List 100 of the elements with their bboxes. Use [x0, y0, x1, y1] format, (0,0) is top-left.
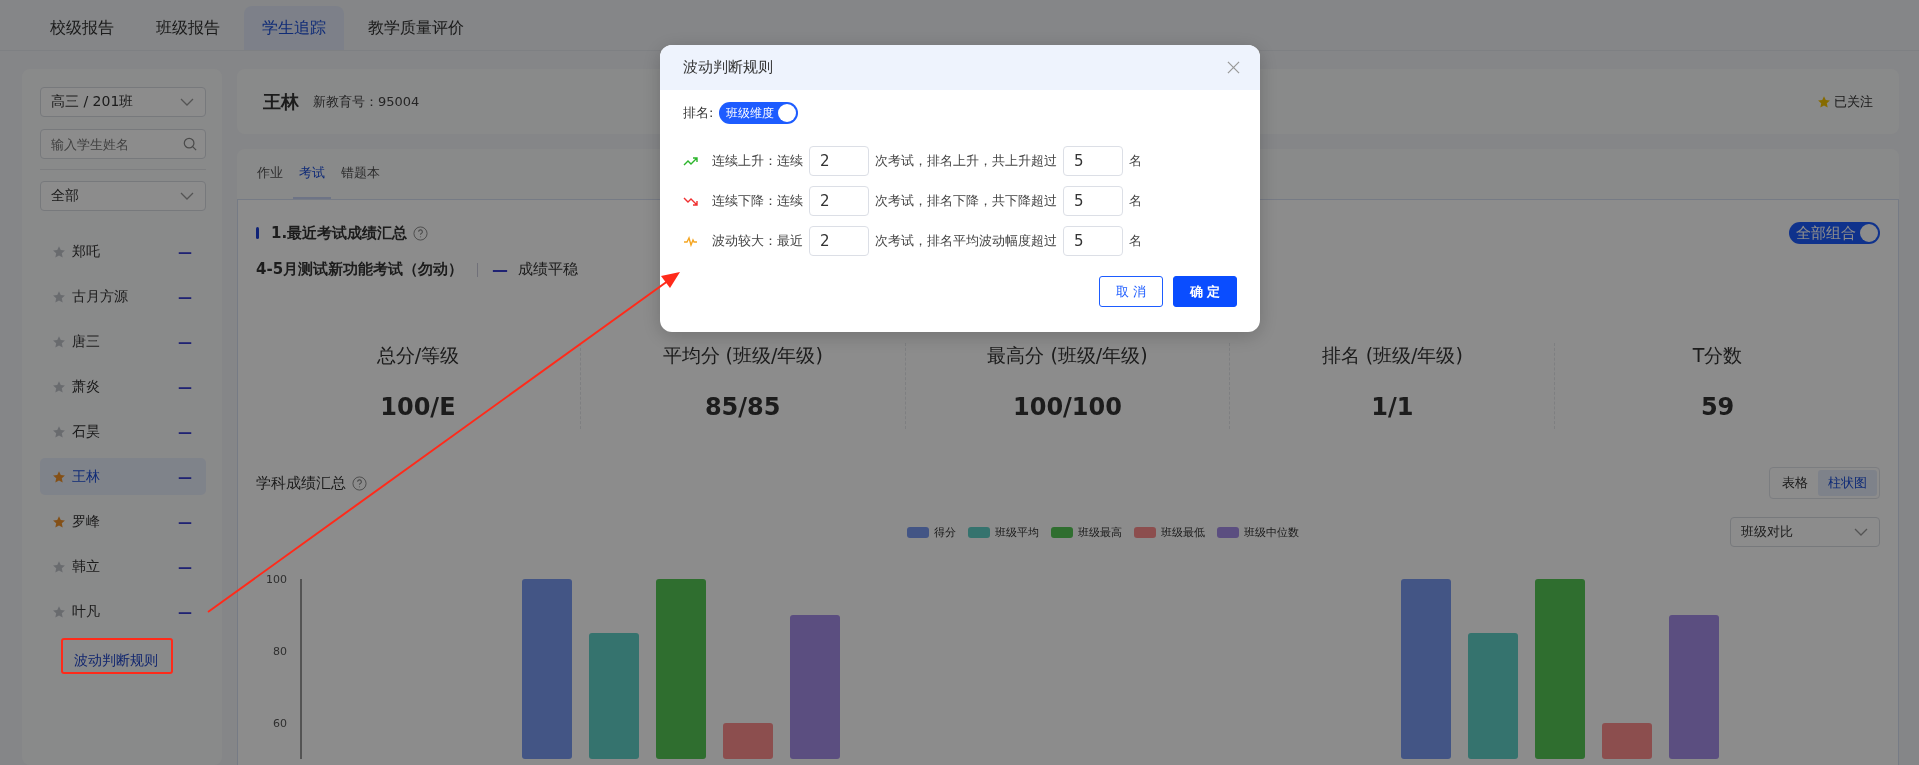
trend-mark: — [178, 423, 192, 440]
rule-unit: 名 [1129, 232, 1142, 250]
student-name: 王林 [72, 467, 101, 486]
rule-label: 连续上升：连续 [712, 152, 803, 170]
student-name: 萧炎 [72, 377, 101, 396]
search-field[interactable]: 输入学生姓名 [40, 129, 206, 159]
stat-label: 排名 (班级/年级) [1321, 343, 1463, 368]
star-icon[interactable] [52, 289, 66, 304]
sub-tab[interactable]: 作业 [251, 149, 289, 199]
view-tab[interactable]: 表格 [1772, 470, 1818, 496]
legend-label: 得分 [934, 524, 956, 540]
star-icon[interactable] [52, 469, 66, 484]
stat-value: 85/85 [704, 393, 781, 421]
trend-label: 成绩平稳 [518, 260, 579, 279]
student-name: 石昊 [72, 422, 101, 441]
trend-mark: — [178, 378, 192, 395]
star-icon[interactable] [1817, 94, 1831, 109]
rank-label: 排名: [683, 104, 714, 122]
student-item[interactable]: 叶凡 — [40, 593, 206, 630]
student-name: 罗峰 [72, 512, 101, 531]
sub-tab[interactable]: 错题本 [335, 149, 386, 199]
legend-label: 班级平均 [995, 524, 1039, 540]
rule-unit: 名 [1129, 192, 1142, 210]
rule-label: 连续下降：连续 [712, 192, 803, 210]
student-item[interactable]: 王林 — [40, 458, 206, 495]
star-icon[interactable] [52, 424, 66, 439]
class-select[interactable]: 高三 / 201班 [40, 87, 206, 117]
count-field[interactable]: 2 [809, 226, 869, 256]
student-name: 叶凡 [72, 602, 101, 621]
student-name: 古月方源 [72, 287, 129, 306]
toggle-switch[interactable]: 班级维度 [719, 102, 799, 124]
nav-tab[interactable]: 学生追踪 [244, 6, 344, 50]
threshold-field[interactable]: 5 [1063, 226, 1123, 256]
cancel-button[interactable]: 取 消 [1099, 276, 1163, 307]
star-icon[interactable] [52, 379, 66, 394]
star-icon[interactable] [52, 244, 66, 259]
trend-mark: — [178, 558, 192, 575]
help-icon[interactable] [413, 225, 429, 241]
legend-label: 班级最低 [1161, 524, 1205, 540]
dialog-title: 波动判断规则 [683, 58, 773, 77]
student-item[interactable]: 石昊 — [40, 413, 206, 450]
student-name: 唐三 [72, 332, 101, 351]
stat-label: T分数 [1692, 343, 1743, 368]
stat-value: 100/100 [1013, 393, 1122, 421]
stat-value: 1/1 [1371, 393, 1414, 421]
student-item[interactable]: 郑吒 — [40, 233, 206, 270]
section-title: 学科成绩汇总 [256, 473, 346, 493]
stat-label: 总分/等级 [376, 343, 460, 368]
count-field[interactable]: 2 [809, 186, 869, 216]
legend-label: 班级中位数 [1244, 524, 1299, 540]
axis-tick-label: 80 [273, 645, 287, 658]
confirm-button[interactable]: 确 定 [1173, 276, 1237, 307]
rule-text: 次考试，排名下降，共下降超过 [875, 192, 1057, 210]
nav-tab[interactable]: 班级报告 [138, 6, 238, 50]
section-title: 1.最近考试成绩汇总 [271, 223, 408, 243]
exam-name: 4-5月测试新功能考试（勿动） [256, 260, 464, 279]
stat-value: 59 [1700, 393, 1735, 421]
rule-unit: 名 [1129, 152, 1142, 170]
student-item[interactable]: 萧炎 — [40, 368, 206, 405]
toggle-switch[interactable]: 全部组合 [1789, 222, 1880, 244]
bar [1602, 723, 1652, 759]
count-field[interactable]: 2 [809, 146, 869, 176]
nav-tab[interactable]: 教学质量评价 [350, 6, 482, 50]
star-icon[interactable] [52, 559, 66, 574]
rule-text: 次考试，排名平均波动幅度超过 [875, 232, 1057, 250]
student-name: 郑吒 [72, 242, 101, 261]
student-item[interactable]: 古月方源 — [40, 278, 206, 315]
select-value: 班级对比 [1741, 523, 1793, 541]
student-name: 王林 [263, 89, 299, 114]
threshold-field[interactable]: 5 [1063, 146, 1123, 176]
follow-button[interactable]: 已关注 [1811, 91, 1879, 112]
rule-link[interactable]: 波动判断规则 [74, 652, 158, 670]
star-icon[interactable] [52, 514, 66, 529]
compare-select[interactable]: 班级对比 [1730, 517, 1880, 547]
star-icon[interactable] [52, 604, 66, 619]
trend-mark: — [492, 260, 509, 279]
search-icon [183, 137, 197, 151]
trend-mark: — [178, 603, 192, 620]
help-icon[interactable] [352, 475, 367, 491]
section-marker [256, 227, 259, 239]
legend-label: 班级最高 [1078, 524, 1122, 540]
star-icon[interactable] [52, 334, 66, 349]
rule-text: 次考试，排名上升，共上升超过 [875, 152, 1057, 170]
select-value: 高三 / 201班 [51, 93, 134, 111]
trend-mark: — [178, 288, 192, 305]
bar [723, 723, 773, 759]
trend-mark: — [178, 468, 192, 485]
student-item[interactable]: 韩立 — [40, 548, 206, 585]
axis-tick-label: 100 [266, 573, 287, 586]
filter-select[interactable]: 全部 [40, 181, 206, 211]
student-item[interactable]: 唐三 — [40, 323, 206, 360]
nav-tab[interactable]: 校级报告 [32, 6, 132, 50]
stat-label: 平均分 (班级/年级) [662, 343, 823, 368]
axis-tick-label: 60 [273, 717, 287, 730]
student-item[interactable]: 罗峰 — [40, 503, 206, 540]
trend-mark: — [178, 243, 192, 260]
close-button[interactable] [1227, 61, 1240, 74]
trend-mark: — [178, 513, 192, 530]
view-tab[interactable]: 柱状图 [1818, 470, 1877, 496]
threshold-field[interactable]: 5 [1063, 186, 1123, 216]
